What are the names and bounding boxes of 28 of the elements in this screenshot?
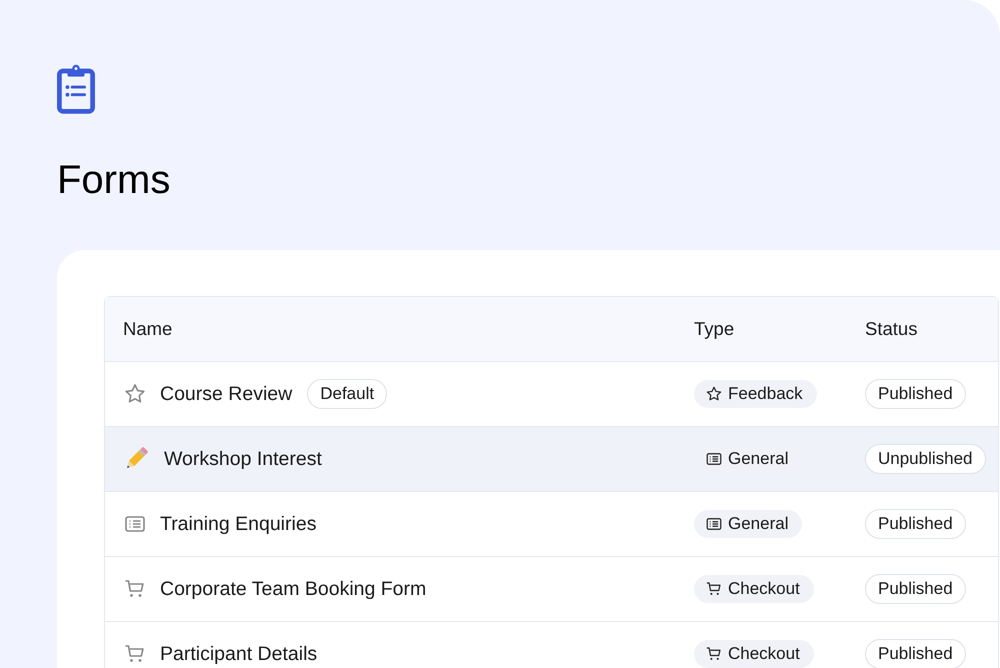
form-name: Workshop Interest	[164, 448, 322, 470]
form-name: Course Review	[160, 382, 292, 406]
type-label: General	[728, 449, 788, 469]
cart-icon	[705, 645, 723, 663]
cart-icon	[705, 580, 723, 598]
status-badge: Published	[865, 639, 966, 668]
status-badge: Published	[865, 379, 966, 409]
list-icon	[705, 450, 723, 468]
clipboard-icon	[57, 64, 95, 114]
form-name: Corporate Team Booking Form	[160, 578, 426, 600]
status-badge: Published	[865, 574, 966, 604]
column-header: Status	[864, 318, 918, 340]
column-header: Name	[122, 318, 174, 340]
status-badge: Unpublished	[865, 444, 986, 474]
default-badge: Default	[307, 379, 388, 409]
status-badge: Published	[865, 509, 966, 539]
form-name: Participant Details	[160, 642, 318, 666]
type-label: General	[728, 514, 788, 534]
star-icon	[705, 385, 723, 403]
table-row[interactable]: Workshop Interest General Unpublished	[105, 426, 998, 491]
form-name: Training Enquiries	[160, 512, 316, 536]
page-title: Forms	[57, 157, 170, 204]
table-row[interactable]: Participant Details Checkout Published	[105, 621, 998, 668]
column-header: Type	[693, 318, 736, 340]
type-label: Checkout	[728, 579, 800, 599]
type-label: Feedback	[728, 384, 803, 404]
type-label: Checkout	[728, 644, 800, 664]
list-icon	[705, 515, 723, 533]
